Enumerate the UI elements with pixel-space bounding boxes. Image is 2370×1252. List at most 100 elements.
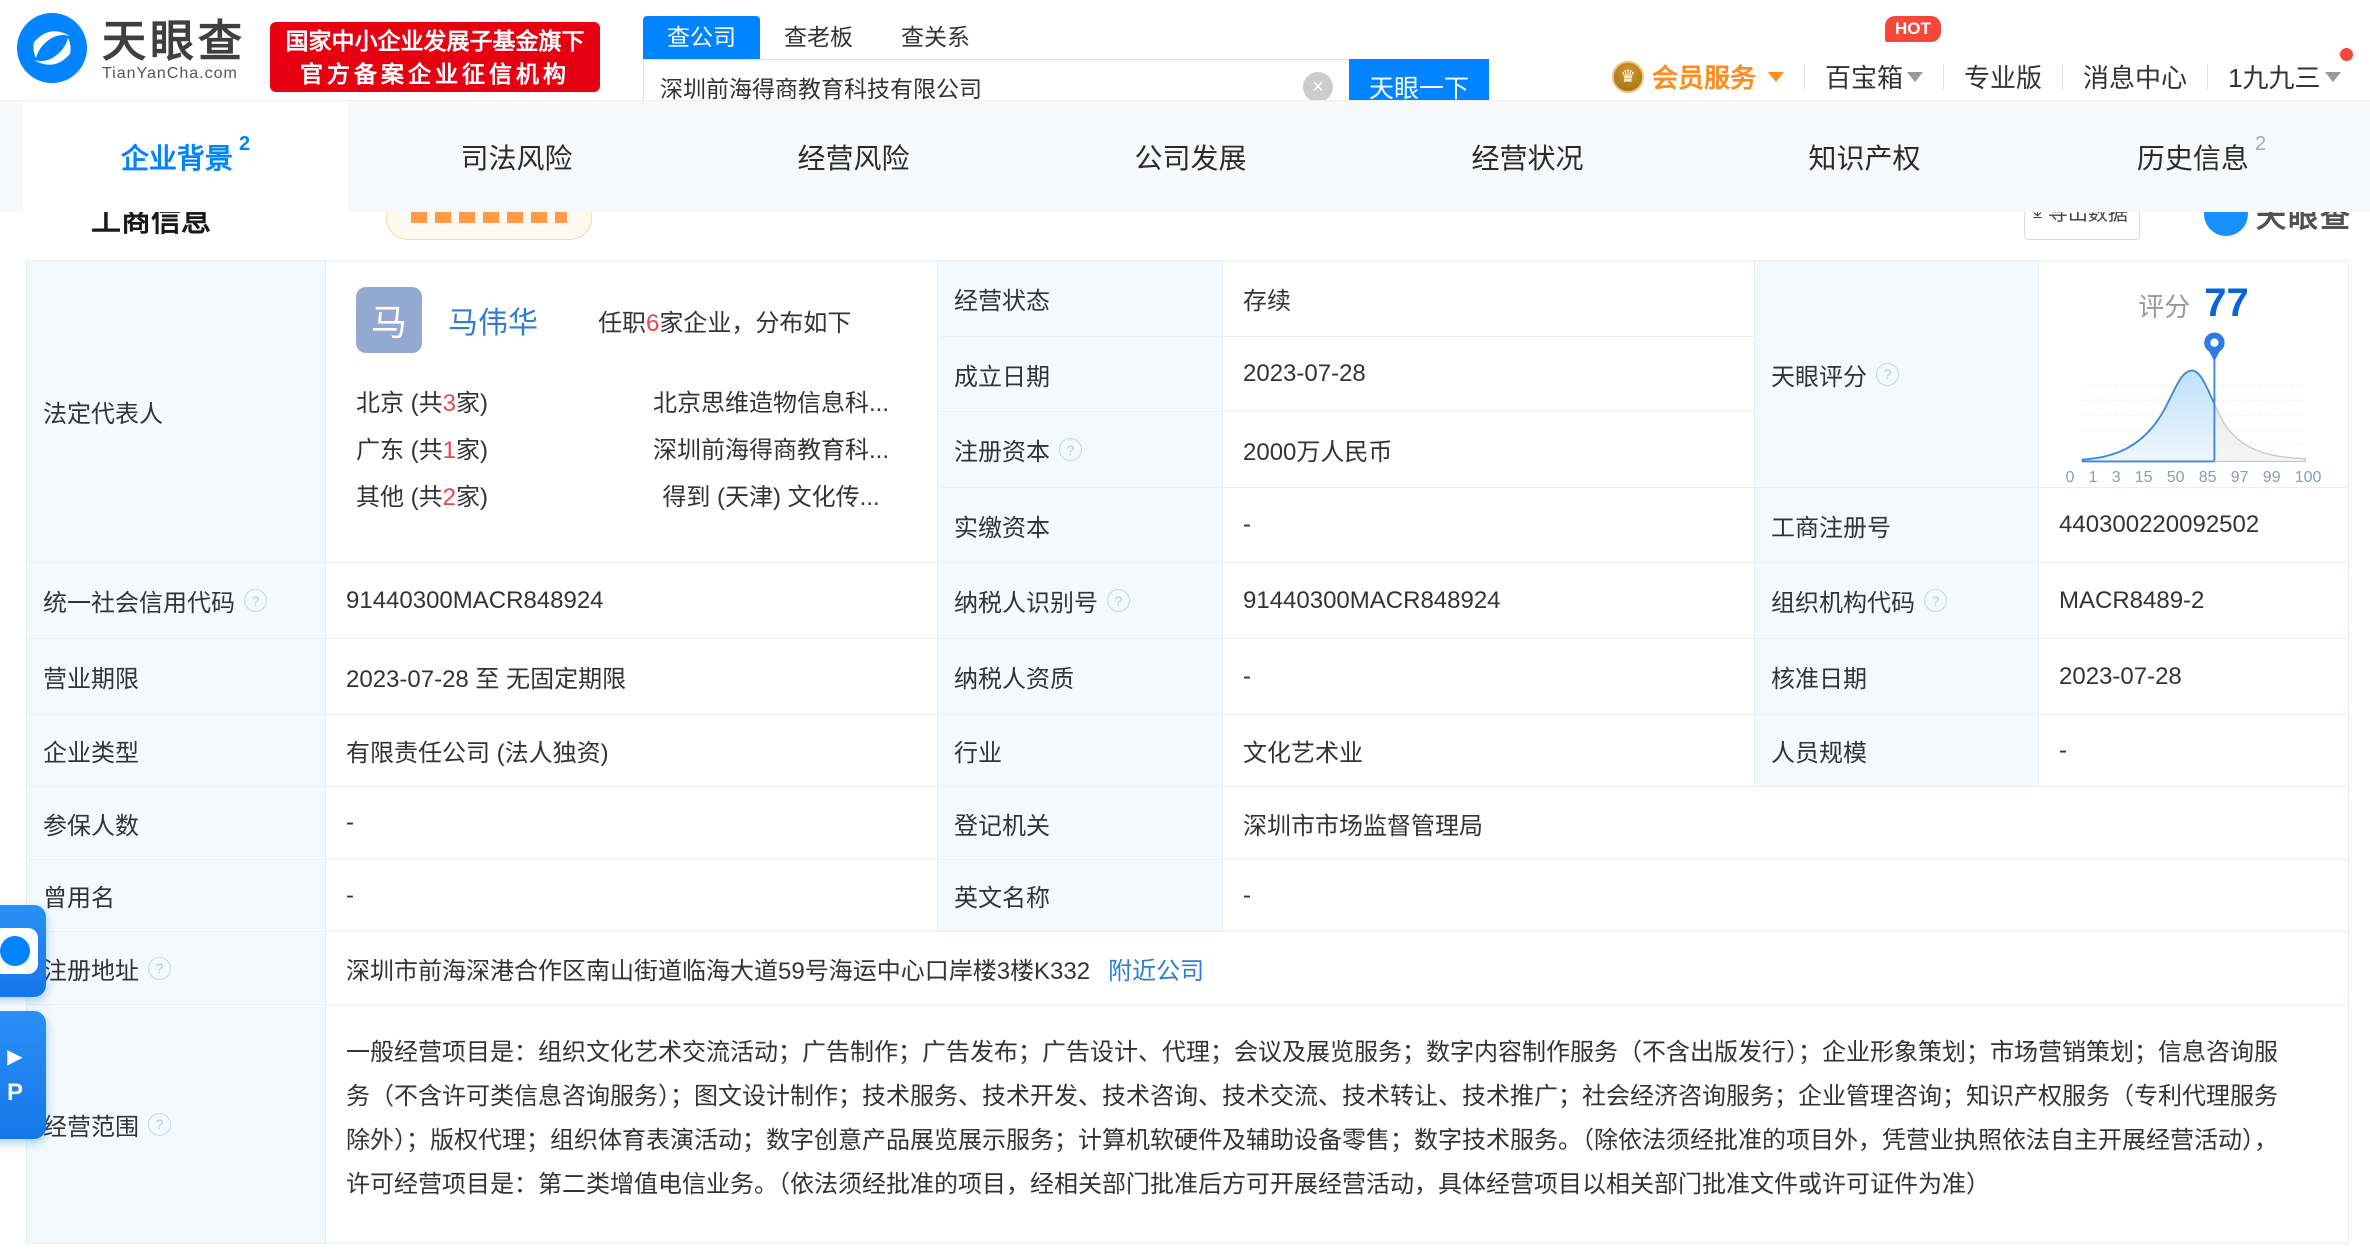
tab-history-info[interactable]: 历史信息 2: [2033, 101, 2370, 212]
status-label-cell: 经营状态: [938, 261, 1223, 337]
status-value-cell: 存续: [1223, 261, 1755, 337]
help-icon[interactable]: ?: [1107, 589, 1130, 612]
address-label-cell: 注册地址?: [27, 932, 326, 1005]
business-info-table: 法定代表人 马 马伟华 任职6家企业，分布如下 北京 (共3家) 北京思维造物信…: [26, 260, 2349, 1244]
org-code-label-cell: 组织机构代码?: [1755, 563, 2039, 639]
brand-site: TianYanCha.com: [102, 64, 238, 82]
tab-label: 知识产权: [1808, 142, 1921, 174]
taxpayer-id-value-cell: 91440300MACR848924: [1223, 563, 1755, 639]
watermark-logo-icon: [2204, 212, 2248, 236]
username: 1九九三: [2228, 63, 2321, 93]
score-value: 77: [2204, 281, 2249, 325]
paid-capital-value-cell: -: [1223, 488, 1755, 563]
address-value-cell: 深圳市前海深港合作区南山街道临海大道59号海运中心口岸楼3楼K332 附近公司: [326, 932, 2349, 1005]
chevron-down-icon: [1768, 71, 1785, 82]
crown-icon: ♛: [1612, 60, 1644, 93]
insured-value-cell: -: [326, 787, 938, 860]
legal-rep-name-link[interactable]: 马伟华: [448, 298, 538, 342]
tab-company-development[interactable]: 公司发展: [1022, 101, 1359, 212]
reg-number-label-cell: 工商注册号: [1755, 488, 2039, 563]
vip-service-menu[interactable]: ♛ 会员服务: [1612, 58, 1785, 95]
score-axis-ticks: 0 1 3 15 50 85 97 99 100: [2065, 469, 2322, 486]
avatar[interactable]: 马: [356, 287, 422, 353]
tab-operating-status[interactable]: 经营状况: [1359, 101, 1696, 212]
toolbox-label: 百宝箱: [1825, 63, 1904, 93]
search-tabs: 查公司 查老板 查关系: [643, 16, 1489, 59]
message-center-link[interactable]: 消息中心: [2083, 58, 2187, 95]
region-row: 北京 (共3家) 北京思维造物信息科... 等: [356, 377, 986, 424]
help-icon[interactable]: ?: [1876, 362, 1899, 386]
badge-line2: 官方备案企业征信机构: [300, 61, 570, 87]
legal-rep-label-cell: 法定代表人: [27, 261, 326, 563]
biz-term-label-cell: 营业期限: [27, 639, 326, 715]
tyc-score-cell: 评分 77 0 1 3 15 50 85 97 99 100: [2039, 261, 2349, 488]
search-tab-company[interactable]: 查公司: [643, 16, 760, 59]
user-menu: ♛ 会员服务 HOT 百宝箱 专业版 消息中心 1九九三: [1612, 16, 2353, 95]
english-name-label-cell: 英文名称: [938, 860, 1223, 932]
tab-judicial-risk[interactable]: 司法风险: [348, 101, 685, 212]
region-distribution: 北京 (共3家) 北京思维造物信息科... 等 广东 (共1家) 深圳前海得商教…: [356, 377, 986, 518]
top-bar: 天眼查 TianYanCha.com 国家中小企业发展子基金旗下 官方备案企业征…: [0, 0, 2370, 114]
region-company-link[interactable]: 得到 (天津) 文化传...: [606, 477, 936, 512]
notification-dot: [2339, 48, 2353, 61]
chevron-down-icon: [1907, 71, 1924, 82]
tab-company-background[interactable]: 企业背景 2: [23, 101, 348, 212]
tianyancha-logo-icon: [16, 12, 88, 89]
help-icon[interactable]: ?: [1924, 589, 1947, 612]
section-heading-row: 工商信息 ⤓ 导出数据 天眼查: [0, 212, 2370, 242]
region-name: 广东 (共1家): [356, 437, 489, 464]
tab-label: 经营状况: [1471, 142, 1584, 174]
tenure-prefix: 任职: [598, 309, 646, 337]
tianyancha-logo[interactable]: 天眼查 TianYanCha.com: [16, 12, 246, 89]
reg-capital-label-cell: 注册资本?: [938, 412, 1223, 488]
download-icon: ⤓: [2033, 212, 2042, 223]
credit-code-value-cell: 91440300MACR848924: [326, 563, 938, 639]
app-download-tile[interactable]: ▶ P: [0, 1011, 46, 1139]
app-letter: P: [6, 1078, 23, 1106]
help-icon[interactable]: ?: [244, 589, 267, 612]
industry-label-cell: 行业: [938, 715, 1223, 787]
tab-intellectual-property[interactable]: 知识产权: [1696, 101, 2033, 212]
export-data-button[interactable]: ⤓ 导出数据: [2024, 212, 2140, 240]
scope-value-cell: 一般经营项目是：组织文化艺术交流活动；广告制作；广告发布；广告设计、代理；会议及…: [326, 1005, 2349, 1244]
english-name-value-cell: -: [1223, 860, 2349, 932]
hot-badge: HOT: [1885, 16, 1941, 42]
promo-badge-clipped[interactable]: [386, 212, 592, 240]
address-text: 深圳市前海深港合作区南山街道临海大道59号海运中心口岸楼3楼K332: [346, 957, 1091, 985]
region-company-link[interactable]: 深圳前海得商教育科...: [606, 430, 936, 465]
taxpayer-quality-label-cell: 纳税人资质: [938, 639, 1223, 715]
former-name-value-cell: -: [326, 860, 938, 932]
search-tab-relation[interactable]: 查关系: [877, 16, 994, 59]
nearby-companies-link[interactable]: 附近公司: [1108, 951, 1204, 986]
region-company-link[interactable]: 北京思维造物信息科...: [606, 383, 936, 418]
clear-search-icon[interactable]: ×: [1303, 72, 1333, 102]
tab-label: 公司发展: [1134, 142, 1247, 174]
score-distribution-chart: [2081, 332, 2306, 463]
biz-term-value-cell: 2023-07-28 至 无固定期限: [326, 639, 938, 715]
promo-text-clipped: [411, 212, 567, 223]
approval-date-value-cell: 2023-07-28: [2039, 639, 2349, 715]
tab-label: 司法风险: [460, 142, 573, 174]
username-menu[interactable]: 1九九三: [2228, 48, 2353, 95]
divider: [1804, 63, 1806, 90]
company-type-label-cell: 企业类型: [27, 715, 326, 787]
help-icon[interactable]: ?: [1059, 438, 1082, 461]
former-name-label-cell: 曾用名: [27, 860, 326, 932]
taxpayer-quality-value-cell: -: [1223, 639, 1755, 715]
est-date-value-cell: 2023-07-28: [1223, 337, 1755, 412]
help-icon[interactable]: ?: [148, 1112, 171, 1136]
search-tab-boss[interactable]: 查老板: [760, 16, 877, 59]
score-prefix: 评分: [2138, 292, 2191, 322]
tab-operating-risk[interactable]: 经营风险: [685, 101, 1022, 212]
staff-size-value-cell: -: [2039, 715, 2349, 787]
credit-code-label-cell: 统一社会信用代码?: [27, 563, 326, 639]
toolbox-menu[interactable]: HOT 百宝箱: [1825, 16, 1941, 95]
tenure-suffix: 家企业，分布如下: [659, 309, 852, 337]
app-promo-logo-tile[interactable]: [0, 905, 46, 997]
help-icon[interactable]: ?: [148, 956, 171, 980]
tab-label: 经营风险: [797, 142, 910, 174]
region-name: 北京 (共3家): [356, 390, 489, 417]
pro-version-link[interactable]: 专业版: [1964, 58, 2042, 95]
taxpayer-id-label-cell: 纳税人识别号?: [938, 563, 1223, 639]
staff-size-label-cell: 人员规模: [1755, 715, 2039, 787]
